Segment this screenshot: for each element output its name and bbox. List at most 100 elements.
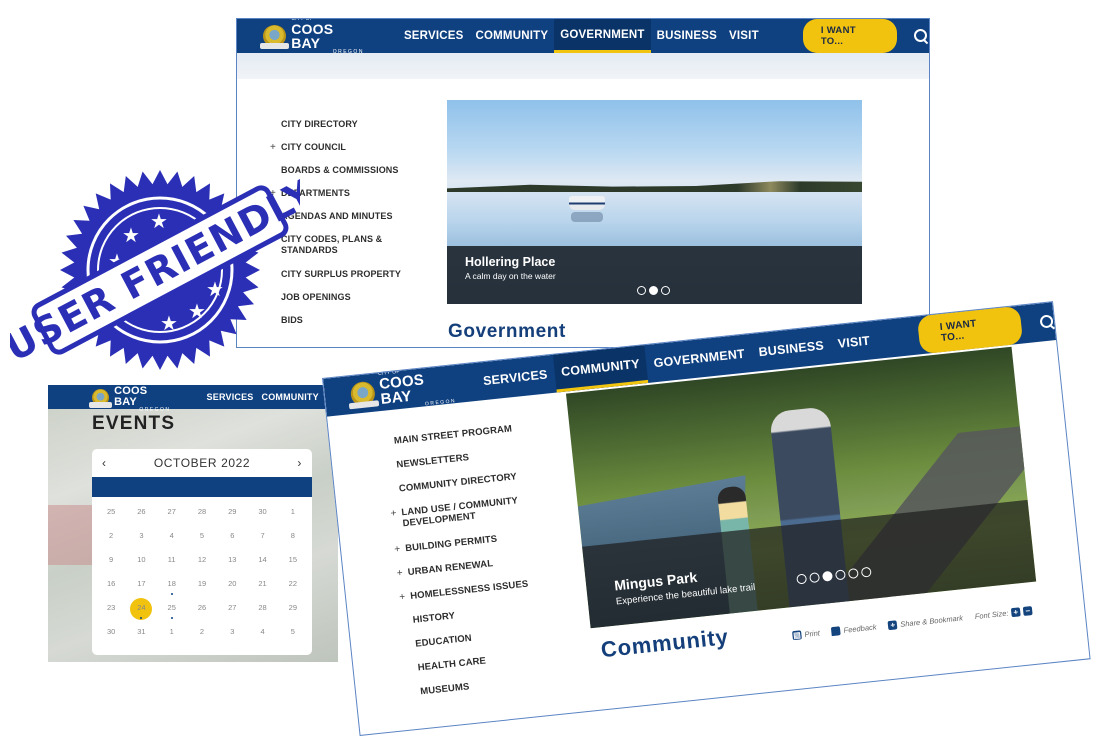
calendar-day[interactable]: 2: [96, 529, 126, 547]
calendar-day[interactable]: 25: [96, 505, 126, 523]
calendar-day[interactable]: 14: [247, 553, 277, 571]
expand-plus-icon[interactable]: +: [394, 544, 401, 556]
nav-visit[interactable]: VISIT: [723, 19, 765, 53]
sidebar-item[interactable]: CITY DIRECTORY: [267, 119, 401, 142]
star-icon: ★: [206, 277, 224, 301]
nav-community[interactable]: COMMUNITY: [470, 19, 555, 53]
expand-plus-icon[interactable]: +: [390, 508, 397, 520]
sidebar-item-label: CITY DIRECTORY: [281, 119, 358, 129]
calendar-day[interactable]: 5: [278, 625, 308, 643]
calendar-day[interactable]: 28: [247, 601, 277, 619]
slide-caption: Hollering Place A calm day on the water: [447, 246, 862, 304]
slide-dot[interactable]: [649, 286, 658, 295]
calendar-day[interactable]: 31: [126, 625, 156, 643]
calendar-day[interactable]: 21: [247, 577, 277, 595]
i-want-to-button[interactable]: I WANT TO...: [802, 19, 898, 53]
calendar-day[interactable]: 26: [187, 601, 217, 619]
calendar-day[interactable]: 29: [278, 601, 308, 619]
nav-visit[interactable]: VISIT: [829, 321, 879, 364]
calendar-day[interactable]: 1: [278, 505, 308, 523]
calendar-day[interactable]: 30: [247, 505, 277, 523]
nav-business[interactable]: BUSINESS: [651, 19, 723, 53]
sidebar-item-label: MAIN STREET PROGRAM: [393, 423, 513, 447]
collage: CITY OF COOS BAY OREGON SERVICES COMMUNI…: [0, 0, 1110, 736]
calendar-day[interactable]: 24: [126, 598, 156, 620]
city-logo[interactable]: CITY OF COOS BAY OREGON: [349, 364, 456, 415]
calendar-day[interactable]: 22: [278, 577, 308, 595]
nav-business[interactable]: BUSINESS: [750, 326, 833, 372]
calendar-day[interactable]: 23: [96, 601, 126, 619]
slide-dots: [796, 566, 872, 585]
boat-image: [569, 196, 605, 210]
calendar-day[interactable]: 27: [157, 505, 187, 523]
calendar-day[interactable]: 4: [247, 625, 277, 643]
calendar-day[interactable]: 19: [187, 577, 217, 595]
slide-dot[interactable]: [809, 572, 821, 584]
printer-icon: ▤: [792, 630, 802, 641]
city-logo[interactable]: CITY OF COOS BAY OREGON: [88, 385, 171, 413]
slide-dot[interactable]: [637, 286, 646, 295]
nav-community[interactable]: COMMUNITY: [258, 385, 323, 409]
next-month-button[interactable]: ›: [297, 456, 302, 470]
government-page-screenshot: CITY OF COOS BAY OREGON SERVICES COMMUNI…: [236, 18, 930, 348]
slide-dot[interactable]: [821, 570, 833, 582]
calendar-day[interactable]: 12: [187, 553, 217, 571]
prev-month-button[interactable]: ‹: [102, 456, 107, 470]
calendar-day[interactable]: 18: [157, 577, 187, 595]
slide-dot[interactable]: [796, 573, 808, 585]
calendar-day[interactable]: 7: [247, 529, 277, 547]
slide-dot[interactable]: [847, 568, 859, 580]
calendar-day[interactable]: 13: [217, 553, 247, 571]
slide-dot[interactable]: [860, 566, 872, 578]
font-decrease-icon[interactable]: −: [1022, 606, 1033, 616]
font-increase-icon[interactable]: +: [1010, 607, 1021, 618]
hero-slideshow[interactable]: Mingus Park Experience the beautiful lak…: [565, 346, 1037, 629]
expand-plus-icon[interactable]: +: [399, 592, 406, 604]
search-icon[interactable]: [913, 28, 929, 44]
calendar-day[interactable]: 27: [217, 601, 247, 619]
calendar-day[interactable]: 10: [126, 553, 156, 571]
print-button[interactable]: ▤ Print: [792, 628, 820, 641]
calendar-day[interactable]: 30: [96, 625, 126, 643]
calendar-day[interactable]: 5: [187, 529, 217, 547]
calendar-day[interactable]: 2: [187, 625, 217, 643]
calendar-header: ‹ OCTOBER 2022 ›: [92, 449, 312, 477]
calendar-day[interactable]: 25: [157, 601, 187, 619]
background-bridge-image: [48, 505, 98, 565]
hero-slideshow[interactable]: Hollering Place A calm day on the water: [447, 100, 862, 304]
calendar-day[interactable]: 8: [278, 529, 308, 547]
calendar-day[interactable]: 1: [157, 625, 187, 643]
site-header: CITY OF COOS BAY OREGON SERVICES COMMUNI…: [48, 385, 338, 413]
feedback-label: Feedback: [843, 622, 877, 635]
calendar-day[interactable]: 17: [126, 577, 156, 595]
calendar-day[interactable]: 20: [217, 577, 247, 595]
nav-services[interactable]: SERVICES: [398, 19, 470, 53]
calendar-day[interactable]: 11: [157, 553, 187, 571]
calendar-day[interactable]: 3: [217, 625, 247, 643]
search-icon[interactable]: [1038, 313, 1055, 330]
nav-services[interactable]: SERVICES: [203, 385, 258, 409]
calendar-day[interactable]: 9: [96, 553, 126, 571]
feedback-button[interactable]: Feedback: [831, 622, 877, 637]
events-title: EVENTS: [92, 413, 176, 434]
expand-plus-icon[interactable]: +: [396, 568, 403, 580]
calendar-day[interactable]: 28: [187, 505, 217, 523]
share-bookmark-button[interactable]: + Share & Bookmark: [887, 613, 963, 631]
slide-dot[interactable]: [834, 569, 846, 581]
calendar-day[interactable]: 16: [96, 577, 126, 595]
calendar-day[interactable]: 29: [217, 505, 247, 523]
city-logo[interactable]: CITY OF COOS BAY OREGON: [259, 19, 364, 55]
city-seal-icon: [259, 25, 290, 49]
calendar-day[interactable]: 15: [278, 553, 308, 571]
city-seal-icon: [88, 388, 113, 408]
nav-services[interactable]: SERVICES: [474, 355, 556, 401]
calendar-day[interactable]: 3: [126, 529, 156, 547]
logo-name: COOS BAY: [114, 385, 148, 408]
events-calendar: ‹ OCTOBER 2022 › 25 26 27 28 29 30 1 2 3 4 5 6 7 8 9 10…: [92, 449, 312, 655]
nav-government[interactable]: GOVERNMENT: [554, 19, 651, 53]
font-size-label: Font Size:: [974, 608, 1009, 622]
slide-dot[interactable]: [661, 286, 670, 295]
calendar-day[interactable]: 4: [157, 529, 187, 547]
calendar-day[interactable]: 26: [126, 505, 156, 523]
calendar-day[interactable]: 6: [217, 529, 247, 547]
